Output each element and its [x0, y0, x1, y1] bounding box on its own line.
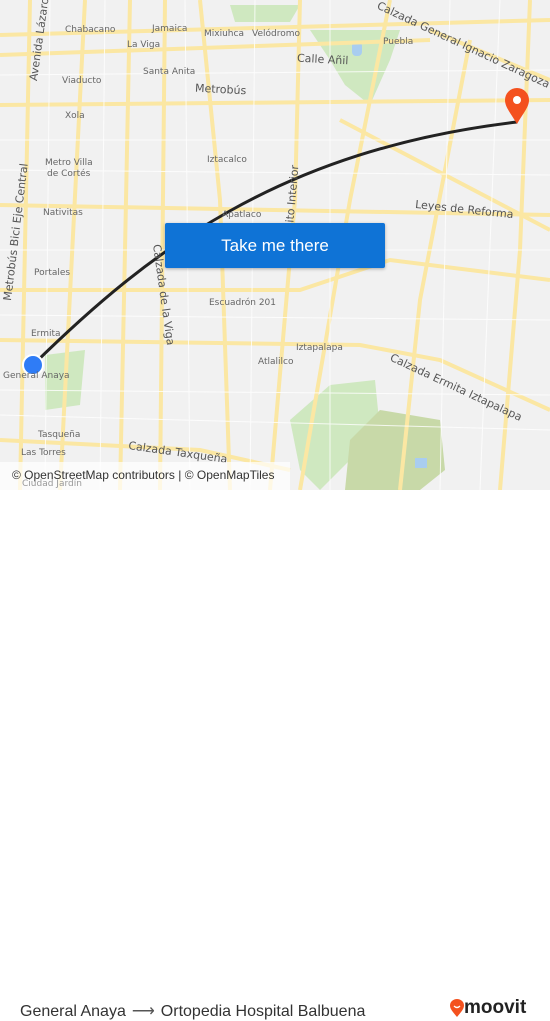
map-label: Viaducto — [62, 76, 102, 86]
origin-name: General Anaya — [20, 1003, 126, 1020]
map[interactable]: Chabacano Jamaica La Viga Mixiuhca Velód… — [0, 0, 550, 490]
map-label: Ciudad Jardín — [22, 479, 82, 489]
map-label: Nativitas — [43, 208, 83, 218]
map-label: Portales — [34, 268, 71, 278]
map-label: Atlalilco — [258, 357, 294, 367]
map-label: Xola — [65, 111, 85, 121]
map-label: Iztapalapa — [296, 343, 343, 353]
map-label: Las Torres — [21, 448, 66, 458]
map-label: de Cortés — [47, 169, 91, 179]
map-label: Metro Villa — [45, 158, 93, 168]
destination-name: Ortopedia Hospital Balbuena — [160, 1003, 366, 1020]
map-label: Velódromo — [252, 29, 300, 39]
map-label: Ermita — [31, 329, 61, 339]
map-label: Chabacano — [65, 25, 116, 35]
arrow-right-icon: ⟶ — [131, 1003, 155, 1020]
route-summary: General Anaya ⟶ Ortopedia Hospital Balbuen… — [20, 1001, 365, 1021]
map-label: Puebla — [383, 37, 414, 47]
map-label: Escuadrón 201 — [209, 298, 277, 308]
map-label: Jamaica — [152, 24, 188, 34]
brand-name: moovit — [464, 997, 527, 1018]
map-label: La Viga — [127, 40, 161, 50]
map-label: Santa Anita — [143, 67, 196, 77]
map-label: Tasqueña — [38, 430, 81, 440]
take-me-there-button[interactable]: Take me there — [165, 223, 385, 268]
footer: General Anaya ⟶ Ortopedia Hospital Balbuen… — [0, 490, 550, 1020]
map-label: Iztacalco — [207, 155, 247, 165]
map-label: Apatlaco — [222, 210, 262, 220]
moovit-logo: moovit — [450, 997, 526, 1019]
map-label: Metrobús — [194, 81, 247, 98]
moovit-pin-icon — [450, 999, 464, 1017]
map-label: Mixiuhca — [204, 29, 244, 39]
map-label: General Anaya — [3, 371, 70, 381]
map-label: Calle Añil — [296, 51, 349, 68]
